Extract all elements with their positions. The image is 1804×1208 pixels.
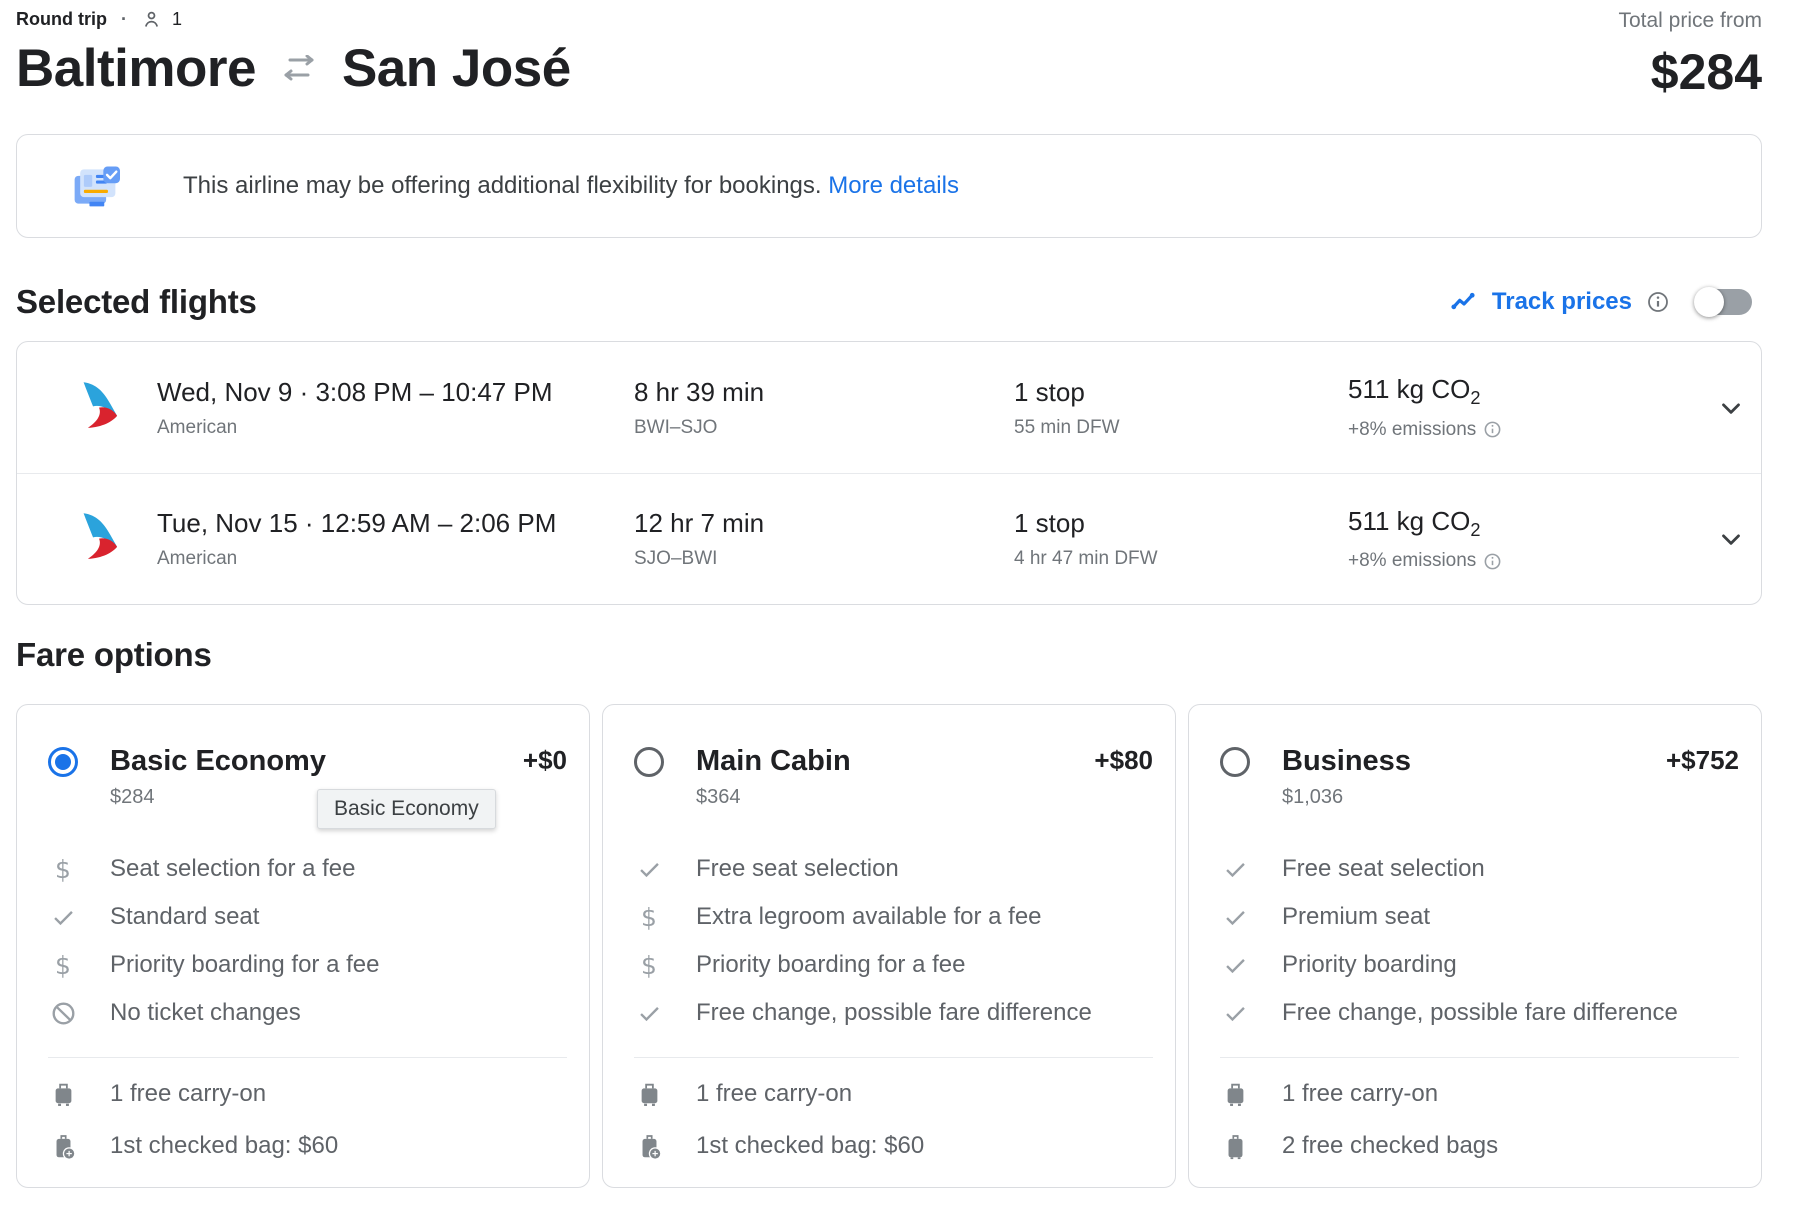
check-icon [1220,1000,1250,1027]
carry-on-bag-icon [1220,1081,1250,1108]
dollar-icon: $ [641,902,657,932]
fare-price: $284 [110,786,155,808]
flight-duration: 8 hr 39 min [634,376,765,407]
trip-type-label[interactable]: Round trip [16,9,107,30]
fare-baggage: 1 free carry-on 1st checked bag: $60 [634,1068,1153,1172]
american-airlines-logo [83,513,118,559]
track-prices-control[interactable]: Track prices [1448,287,1752,317]
fare-radio-basic-economy[interactable] [48,747,78,777]
origin-city: Baltimore [16,39,256,98]
fare-name: Main Cabin [696,745,851,777]
chevron-down-icon[interactable] [1716,393,1746,423]
check-icon [1220,952,1250,979]
flight-emissions: +8% emissions [1348,418,1477,440]
flight-emissions: +8% emissions [1348,550,1477,572]
fare-options-heading: Fare options [16,636,212,673]
fare-delta: +$752 [1665,745,1739,775]
fare-features: $ Seat selection for a fee Standard seat … [48,845,567,1037]
flight-datetime: Tue, Nov 15 · 12:59 AM – 2:06 PM [157,508,557,538]
flight-stops: 1 stop [1014,508,1085,538]
price-trend-icon [1451,292,1475,310]
total-price-value: $284 [1650,44,1762,100]
page-header: Round trip · 1 Baltimore San José Total … [16,0,1762,101]
american-airlines-logo [83,381,118,428]
check-icon [634,856,664,883]
fare-delta: +$80 [1094,745,1153,775]
check-icon [1220,856,1250,883]
total-price-block: Total price from $284 [1618,9,1762,101]
divider [48,1057,567,1058]
fare-name: Basic Economy [110,745,326,777]
fare-name: Business [1282,745,1411,777]
flight-route: SJO–BWI [634,548,718,569]
track-prices-info-icon[interactable] [1646,290,1670,314]
dollar-icon: $ [641,950,657,980]
check-icon [634,1000,664,1027]
separator-dot: · [120,9,127,29]
fare-radio-main-cabin[interactable] [634,747,664,777]
selected-flights-list: Wed, Nov 9 · 3:08 PM – 10:47 PM American… [16,341,1762,605]
checked-bag-icon [1220,1133,1250,1160]
destination-city: San José [341,39,571,98]
track-prices-label[interactable]: Track prices [1492,288,1632,316]
fare-price: $364 [696,786,741,808]
swap-route-icon [284,54,314,80]
flight-co2: 511 kg CO2 [1348,505,1481,541]
more-details-link[interactable]: More details [828,172,959,199]
fare-tooltip: Basic Economy [317,789,496,829]
selected-flights-heading: Selected flights [16,283,257,320]
fare-price: $1,036 [1282,786,1344,808]
fare-card-basic-economy[interactable]: Basic Economy $284 +$0 Basic Economy $ Se… [16,704,590,1188]
carry-on-bag-icon [634,1081,664,1108]
flexible-ticket-icon [74,166,120,207]
flight-row-outbound[interactable]: Wed, Nov 9 · 3:08 PM – 10:47 PM American… [17,342,1761,473]
flight-stops: 1 stop [1014,376,1085,407]
flight-stop-detail: 55 min DFW [1014,416,1120,438]
flight-stop-detail: 4 hr 47 min DFW [1014,548,1158,569]
flight-booking-page: Round trip · 1 Baltimore San José Total … [0,0,1804,1208]
flight-duration: 12 hr 7 min [634,508,765,538]
check-icon [1220,904,1250,931]
fare-features: Free seat selection Premium seat Priorit… [1220,845,1739,1037]
flexibility-banner: This airline may be offering additional … [16,134,1762,238]
checked-bag-fee-icon [634,1133,664,1160]
flight-co2: 511 kg CO2 [1348,374,1481,409]
flight-datetime: Wed, Nov 9 · 3:08 PM – 10:47 PM [157,376,553,407]
airline-name: American [157,416,238,438]
emissions-info-icon[interactable] [1483,420,1502,439]
flight-route: BWI–SJO [634,416,718,438]
airline-name: American [157,548,238,569]
fare-delta: +$0 [522,745,567,775]
fare-card-business[interactable]: Business $1,036 +$752 Free seat selectio… [1188,704,1762,1188]
fare-features: Free seat selection $ Extra legroom avail… [634,845,1153,1037]
no-changes-icon [48,1000,78,1027]
checked-bag-fee-icon [48,1133,78,1160]
flight-row-return[interactable]: Tue, Nov 15 · 12:59 AM – 2:06 PM America… [17,473,1761,604]
fare-radio-business[interactable] [1220,747,1250,777]
chevron-down-icon[interactable] [1716,524,1746,554]
fare-card-main-cabin[interactable]: Main Cabin $364 +$80 Free seat selection… [602,704,1176,1188]
emissions-info-icon[interactable] [1483,552,1502,571]
dollar-icon: $ [55,950,71,980]
carry-on-bag-icon [48,1081,78,1108]
fare-baggage: 1 free carry-on 2 free checked bags [1220,1068,1739,1172]
total-price-label: Total price from [1618,9,1762,32]
divider [634,1057,1153,1058]
track-prices-toggle[interactable] [1694,287,1752,317]
banner-text: This airline may be offering additional … [183,172,822,199]
divider [1220,1057,1739,1058]
route-title: Baltimore San José [16,38,1762,99]
fare-baggage: 1 free carry-on 1st checked bag: $60 [48,1068,567,1172]
passenger-count[interactable]: 1 [172,9,182,30]
passenger-icon[interactable] [141,9,162,30]
dollar-icon: $ [55,854,71,884]
check-icon [48,904,78,931]
